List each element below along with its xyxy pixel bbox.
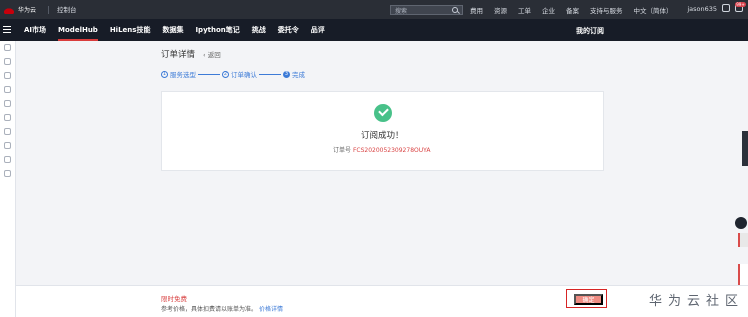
cloud-icon[interactable] [4, 44, 11, 51]
users-icon[interactable] [4, 72, 11, 79]
language-select[interactable]: 中文（简体） [634, 5, 673, 15]
user-menu[interactable]: jason635 [687, 5, 717, 13]
brand-name: 华为云 [18, 7, 37, 14]
step-label: 订单确认 [231, 71, 257, 79]
step-complete: 3 完成 [283, 69, 305, 79]
limited-free-label: 限时免费 [161, 295, 187, 303]
step-order-confirmation: 2 订单确认 [222, 69, 257, 79]
step-connector [259, 73, 281, 75]
order-number-label: 订单号 [333, 147, 352, 154]
settings-icon[interactable] [4, 156, 11, 163]
huawei-cloud-logo[interactable]: 华为云 [4, 5, 48, 14]
nav-resources[interactable]: 资源 [494, 5, 507, 15]
order-footer: 限时免费 参考价格，具体扣费请以账单为准。 价格详情 确定 华为云社区 [16, 285, 748, 317]
step-number: 3 [283, 70, 290, 78]
warning-icon[interactable] [4, 58, 11, 65]
subscription-success-card: 订阅成功！ 订单号 FCS2020052309278OUYA [161, 91, 604, 171]
confirm-button-highlight: 确定 [566, 289, 607, 308]
eye-icon[interactable] [4, 128, 11, 135]
step-number: 1 [161, 70, 168, 78]
search-placeholder: 搜索 [395, 7, 408, 15]
left-service-sidebar [0, 41, 16, 317]
nav-filing[interactable]: 备案 [566, 5, 579, 15]
step-connector [198, 73, 220, 75]
tab-ai-market[interactable]: AI市场 [24, 19, 46, 41]
back-link[interactable]: ‹ 返回 [203, 49, 221, 59]
tab-datasets[interactable]: 数据集 [162, 19, 183, 41]
confirm-button[interactable]: 确定 [574, 294, 603, 305]
nav-billing[interactable]: 费用 [470, 5, 483, 15]
database-icon[interactable] [4, 114, 11, 121]
tab-hilens-skills[interactable]: HiLens技能 [110, 19, 151, 41]
modelarts-navigation: AI市场 ModelHub HiLens技能 数据集 Ipython笔记 挑战 … [0, 19, 748, 41]
cloud-service-icon[interactable] [4, 86, 11, 93]
price-details-link[interactable]: 价格详情 [259, 306, 283, 313]
page-header: 订单详情 ‹ 返回 [161, 48, 221, 60]
customer-service-icon[interactable] [735, 217, 747, 229]
top-right-icons: 99+ [722, 2, 746, 12]
my-subscriptions-link[interactable]: 我的订阅 [576, 26, 604, 36]
order-number-row: 订单号 FCS2020052309278OUYA [333, 145, 430, 154]
search-input[interactable]: 搜索 [390, 5, 463, 15]
message-icon[interactable] [722, 4, 730, 12]
tab-modelhub[interactable]: ModelHub [58, 19, 98, 41]
order-number: FCS2020052309278OUYA [352, 147, 431, 154]
step-service-selection: 1 服务选型 [161, 69, 196, 79]
notification-icon[interactable]: 99+ [735, 2, 746, 12]
step-label: 服务选型 [170, 71, 196, 79]
nav-enterprise[interactable]: 企业 [542, 5, 555, 15]
menu-icon[interactable] [3, 26, 11, 33]
notification-badge: 99+ [735, 2, 746, 7]
price-note-text: 参考价格，具体扣费请以账单为准。 [161, 306, 258, 313]
nav-support[interactable]: 支持与服务 [590, 5, 623, 15]
page-title: 订单详情 [161, 50, 196, 60]
success-check-icon [374, 104, 392, 122]
consult-tag[interactable] [738, 233, 748, 247]
top-menu: 费用 资源 工单 企业 备案 支持与服务 中文（简体） [470, 0, 673, 19]
document-icon[interactable] [4, 100, 11, 107]
anchor-icon[interactable] [4, 142, 11, 149]
step-number: 2 [222, 70, 229, 78]
huawei-logo-icon [4, 5, 14, 14]
tab-commission[interactable]: 委托令 [278, 19, 299, 41]
step-label: 完成 [292, 71, 305, 79]
tab-reviews[interactable]: 品评 [311, 19, 325, 41]
order-details-page: 订单详情 ‹ 返回 1 服务选型 2 订单确认 3 完成 订阅成功！ 订单号 F… [16, 41, 748, 317]
nav-ticket[interactable]: 工单 [518, 5, 531, 15]
search-icon[interactable] [452, 7, 458, 13]
back-label: 返回 [207, 51, 221, 59]
refresh-icon[interactable] [4, 170, 11, 177]
top-navigation-bar: 华为云 控制台 搜索 费用 资源 工单 企业 备案 支持与服务 中文（简体） j… [0, 0, 748, 19]
price-note: 参考价格，具体扣费请以账单为准。 价格详情 [161, 304, 283, 313]
tab-challenges[interactable]: 挑战 [252, 19, 266, 41]
right-side-panel-handle[interactable] [742, 131, 748, 166]
tab-ipython-notes[interactable]: Ipython笔记 [195, 19, 239, 41]
community-watermark: 华为云社区 [648, 294, 744, 309]
console-link[interactable]: 控制台 [48, 5, 77, 14]
market-tabs: AI市场 ModelHub HiLens技能 数据集 Ipython笔记 挑战 … [24, 19, 325, 41]
order-progress-steps: 1 服务选型 2 订单确认 3 完成 [161, 69, 305, 79]
success-message: 订阅成功！ [361, 131, 404, 141]
